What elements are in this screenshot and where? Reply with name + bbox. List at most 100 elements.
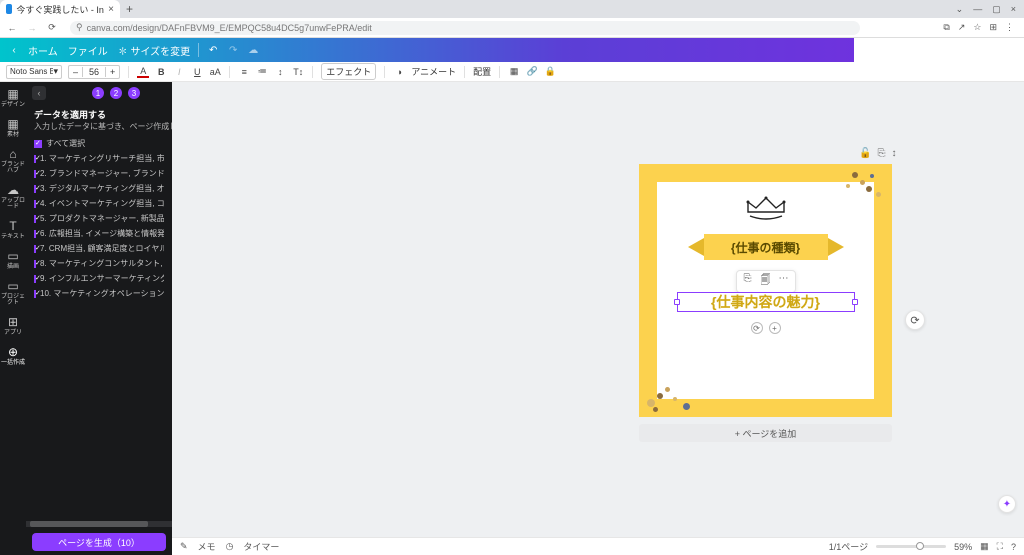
item-checkbox[interactable] [34, 275, 36, 283]
data-item[interactable]: 1. マーケティングリサーチ担当, 市場分析と戦略立 [34, 153, 164, 164]
ai-assist-fab[interactable]: ✦ [998, 495, 1016, 513]
kebab-menu-icon[interactable]: ⋮ [1005, 22, 1014, 33]
rail-item-0[interactable]: ▦デザイン [0, 88, 26, 108]
text-color-icon[interactable]: A [137, 66, 149, 78]
item-checkbox[interactable] [34, 245, 36, 253]
page-lock-icon[interactable]: 🔓 [859, 148, 871, 159]
select-all-checkbox[interactable] [34, 140, 42, 148]
timer-label[interactable]: タイマー [243, 540, 279, 553]
window-dropdown-icon[interactable]: ⌄ [956, 4, 964, 15]
window-close-icon[interactable]: × [1011, 4, 1016, 15]
nav-reload-icon[interactable]: ⟳ [46, 22, 58, 33]
rail-item-1[interactable]: ▦素材 [0, 118, 26, 138]
url-input[interactable]: ⚲ canva.com/design/DAFnFBVM9_E/EMPQC58u4… [70, 21, 860, 35]
rail-item-6[interactable]: ▭プロジェクト [0, 280, 26, 306]
generate-pages-button[interactable]: ページを生成（10） [32, 533, 166, 551]
data-item[interactable]: 6. 広報担当, イメージ構築と情報発信 [34, 228, 164, 239]
step-dot[interactable]: 1 [92, 87, 104, 99]
data-item[interactable]: 7. CRM担当, 顧客満足度とロイヤルティ向上 [34, 243, 164, 254]
step-dot[interactable]: 3 [128, 87, 140, 99]
browser-tab[interactable]: 今すぐ実践したい - Instagramの投 × [0, 0, 120, 18]
lock-icon[interactable]: 🔒 [544, 66, 556, 77]
size-plus[interactable]: + [106, 67, 119, 77]
data-item[interactable]: 4. イベントマーケティング担当, コミュニケーショ [34, 198, 164, 209]
el-duplicate-icon[interactable]: 🗐 [759, 273, 773, 290]
item-checkbox[interactable] [34, 155, 36, 163]
position-button[interactable]: 配置 [473, 65, 491, 78]
notes-label[interactable]: メモ [198, 540, 216, 553]
selected-text-element[interactable]: {仕事内容の魅力} [677, 292, 855, 312]
regen-icon[interactable]: ⟳ [751, 322, 763, 334]
item-checkbox[interactable] [34, 200, 36, 208]
menu-resize[interactable]: ✽ サイズを変更 [118, 43, 190, 58]
item-checkbox[interactable] [34, 215, 36, 223]
star-icon[interactable]: ☆ [973, 22, 981, 33]
canvas-area[interactable]: 🔓 ⎘ ↕ [172, 82, 1024, 555]
add-page-button[interactable]: + ページを追加 [639, 424, 892, 442]
rail-item-4[interactable]: Tテキスト [0, 220, 26, 240]
data-item[interactable]: 3. デジタルマーケティング担当, オンライン広告と [34, 183, 164, 194]
sync-icon[interactable]: ☁ [247, 45, 259, 56]
size-value[interactable]: 56 [82, 67, 106, 77]
transparency-icon[interactable]: ▦ [508, 66, 520, 77]
italic-icon[interactable]: I [173, 67, 185, 77]
tab-close-icon[interactable]: × [108, 4, 114, 15]
back-button[interactable]: ‹ [8, 45, 20, 56]
timer-icon[interactable]: ◷ [226, 541, 234, 552]
canvas-refresh-fab[interactable]: ⟳ [905, 310, 925, 330]
redo-icon[interactable]: ↷ [227, 45, 239, 56]
animate-button[interactable]: アニメート [411, 65, 456, 78]
rail-item-8[interactable]: ⊕一括作成 [0, 346, 26, 366]
resize-handle-left[interactable] [674, 299, 680, 305]
rail-item-2[interactable]: ⌂ブランドハブ [0, 148, 26, 174]
data-item[interactable]: 5. プロダクトマネージャー, 新製品開発と市場導入 [34, 213, 164, 224]
align-icon[interactable]: ≡ [238, 67, 250, 77]
window-max-icon[interactable]: ▢ [992, 4, 1001, 15]
data-item[interactable]: 10. マーケティングオペレーション担当, 施策実行と [34, 288, 164, 299]
rail-item-7[interactable]: ⊞アプリ [0, 316, 26, 336]
vertical-text-icon[interactable]: T↕ [292, 67, 304, 77]
size-minus[interactable]: – [69, 67, 82, 77]
notes-icon[interactable]: ✎ [180, 541, 188, 552]
share-icon[interactable]: ↗ [958, 22, 966, 33]
item-checkbox[interactable] [34, 290, 36, 298]
zoom-slider[interactable] [876, 545, 946, 548]
select-all-row[interactable]: すべて選択 [26, 136, 172, 151]
panel-hscrollbar[interactable] [26, 521, 172, 527]
zoom-value[interactable]: 59% [954, 542, 972, 552]
el-copy-icon[interactable]: ⎘ [741, 273, 755, 290]
extensions-icon[interactable]: ⊞ [989, 22, 997, 33]
undo-icon[interactable]: ↶ [207, 45, 219, 56]
item-checkbox[interactable] [34, 260, 36, 268]
font-size-stepper[interactable]: – 56 + [68, 65, 120, 79]
item-checkbox[interactable] [34, 170, 36, 178]
add-icon[interactable]: + [769, 322, 781, 334]
design-page[interactable]: {仕事の種類} ⎘ 🗐 ⋯ {仕事内容の魅力} ⟳ + [639, 164, 892, 417]
step-dot[interactable]: 2 [110, 87, 122, 99]
qr-icon[interactable]: ⧉ [943, 22, 949, 33]
font-select[interactable]: Noto Sans Black ▾ [6, 65, 62, 79]
rail-item-5[interactable]: ▭描画 [0, 250, 26, 270]
page-more-icon[interactable]: ↕ [891, 148, 896, 159]
item-checkbox[interactable] [34, 230, 36, 238]
resize-handle-right[interactable] [852, 299, 858, 305]
list-icon[interactable]: ≔ [256, 66, 268, 77]
spacing-icon[interactable]: ↕ [274, 67, 286, 77]
ribbon-banner[interactable]: {仕事の種類} [688, 234, 844, 260]
bold-icon[interactable]: B [155, 67, 167, 77]
fullscreen-icon[interactable]: ⛶ [997, 541, 1003, 552]
nav-forward-icon[interactable]: → [26, 23, 38, 33]
link-icon[interactable]: 🔗 [526, 66, 538, 77]
page-duplicate-icon[interactable]: ⎘ [877, 148, 885, 159]
grid-view-icon[interactable]: ▦ [980, 541, 989, 552]
nav-back-icon[interactable]: ← [6, 23, 18, 33]
menu-file[interactable]: ファイル [68, 43, 108, 58]
rail-item-3[interactable]: ☁アップロード [0, 184, 26, 210]
data-item[interactable]: 2. ブランドマネージャー, ブランド価値の向上 [34, 168, 164, 179]
data-item[interactable]: 8. マーケティングコンサルタント, アドバイスと解 [34, 258, 164, 269]
underline-icon[interactable]: U [191, 67, 203, 77]
selected-text-content[interactable]: {仕事内容の魅力} [711, 292, 820, 312]
data-item[interactable]: 9. インフルエンサーマーケティング担当, 若者へと [34, 273, 164, 284]
case-icon[interactable]: aA [209, 67, 221, 77]
el-more-icon[interactable]: ⋯ [777, 273, 791, 290]
